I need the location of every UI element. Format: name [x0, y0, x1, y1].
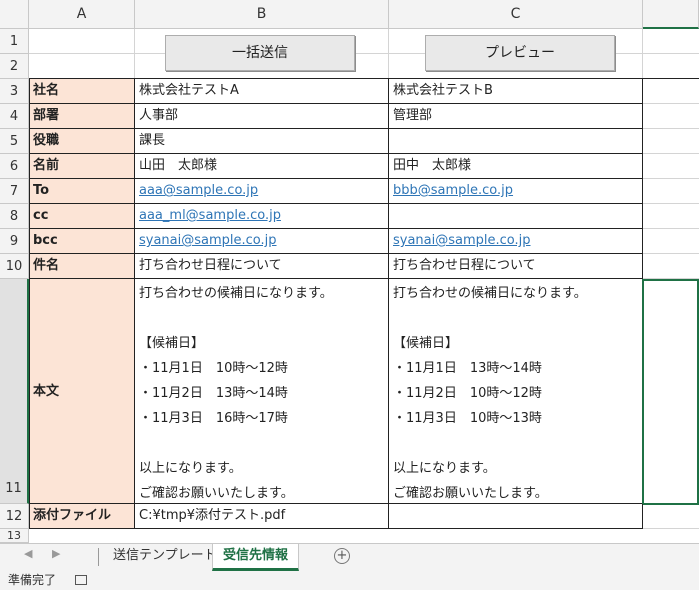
- select-all-corner[interactable]: [0, 0, 29, 29]
- add-sheet-icon[interactable]: +: [334, 548, 350, 564]
- label-attachment[interactable]: 添付ファイル: [29, 504, 135, 529]
- row-header-10[interactable]: 10: [0, 254, 29, 279]
- preview-button[interactable]: プレビュー: [425, 35, 615, 71]
- row-header-11[interactable]: 11: [0, 279, 29, 504]
- row-header-6[interactable]: 6: [0, 154, 29, 179]
- label-position[interactable]: 役職: [29, 129, 135, 154]
- row-header-2[interactable]: 2: [0, 54, 29, 79]
- b-subject[interactable]: 打ち合わせ日程について: [135, 254, 389, 279]
- scroll-right-icon[interactable]: ▶: [52, 547, 60, 560]
- row-header-5[interactable]: 5: [0, 129, 29, 154]
- b-position[interactable]: 課長: [135, 129, 389, 154]
- column-header-b[interactable]: B: [135, 0, 389, 29]
- column-header-a[interactable]: A: [29, 0, 135, 29]
- label-company[interactable]: 社名: [29, 79, 135, 104]
- send-all-button[interactable]: 一括送信: [165, 35, 355, 71]
- sheet-tab-bar: ◀ ▶ 送信テンプレート 受信先情報 +: [0, 543, 699, 572]
- tab-recipients[interactable]: 受信先情報: [212, 544, 300, 571]
- row-header-1[interactable]: 1: [0, 29, 29, 54]
- label-cc[interactable]: cc: [29, 204, 135, 229]
- row-header-12[interactable]: 12: [0, 504, 29, 529]
- c-cc[interactable]: [389, 204, 643, 229]
- b-cc[interactable]: aaa_ml@sample.co.jp: [135, 204, 389, 229]
- label-name[interactable]: 名前: [29, 154, 135, 179]
- label-department[interactable]: 部署: [29, 104, 135, 129]
- b-body[interactable]: 打ち合わせの候補日になります。 【候補日】 ・11月1日 10時〜12時 ・11…: [135, 279, 389, 504]
- b-name[interactable]: 山田 太郎様: [135, 154, 389, 179]
- scroll-left-icon[interactable]: ◀: [24, 547, 32, 560]
- b-to-link[interactable]: aaa@sample.co.jp: [139, 183, 258, 198]
- tab-send-template[interactable]: 送信テンプレート: [103, 544, 227, 568]
- b-to[interactable]: aaa@sample.co.jp: [135, 179, 389, 204]
- status-ready: 準備完了: [8, 573, 57, 587]
- b-company[interactable]: 株式会社テストA: [135, 79, 389, 104]
- c-bcc[interactable]: syanai@sample.co.jp: [389, 229, 643, 254]
- c-department[interactable]: 管理部: [389, 104, 643, 129]
- b-bcc-link[interactable]: syanai@sample.co.jp: [139, 233, 277, 248]
- c-bcc-link[interactable]: syanai@sample.co.jp: [393, 233, 531, 248]
- label-bcc[interactable]: bcc: [29, 229, 135, 254]
- selected-cell-d11[interactable]: [642, 279, 699, 505]
- c-position[interactable]: [389, 129, 643, 154]
- row-header-3[interactable]: 3: [0, 79, 29, 104]
- row-header-13[interactable]: 13: [0, 529, 29, 543]
- c-to[interactable]: bbb@sample.co.jp: [389, 179, 643, 204]
- b-attachment[interactable]: C:¥tmp¥添付テスト.pdf: [135, 504, 389, 529]
- b-department[interactable]: 人事部: [135, 104, 389, 129]
- label-to[interactable]: To: [29, 179, 135, 204]
- b-cc-link[interactable]: aaa_ml@sample.co.jp: [139, 208, 281, 223]
- c-body[interactable]: 打ち合わせの候補日になります。 【候補日】 ・11月1日 13時〜14時 ・11…: [389, 279, 643, 504]
- c-subject[interactable]: 打ち合わせ日程について: [389, 254, 643, 279]
- column-header-c[interactable]: C: [389, 0, 643, 29]
- row-header-8[interactable]: 8: [0, 204, 29, 229]
- row-header-4[interactable]: 4: [0, 104, 29, 129]
- label-subject[interactable]: 件名: [29, 254, 135, 279]
- c-to-link[interactable]: bbb@sample.co.jp: [393, 183, 513, 198]
- accessibility-icon[interactable]: [75, 575, 87, 585]
- column-header-d[interactable]: [643, 0, 699, 29]
- c-company[interactable]: 株式会社テストB: [389, 79, 643, 104]
- status-bar: 準備完了: [0, 571, 699, 590]
- row-header-9[interactable]: 9: [0, 229, 29, 254]
- label-body[interactable]: 本文: [29, 279, 135, 504]
- b-bcc[interactable]: syanai@sample.co.jp: [135, 229, 389, 254]
- row-header-7[interactable]: 7: [0, 179, 29, 204]
- c-attachment[interactable]: [389, 504, 643, 529]
- c-name[interactable]: 田中 太郎様: [389, 154, 643, 179]
